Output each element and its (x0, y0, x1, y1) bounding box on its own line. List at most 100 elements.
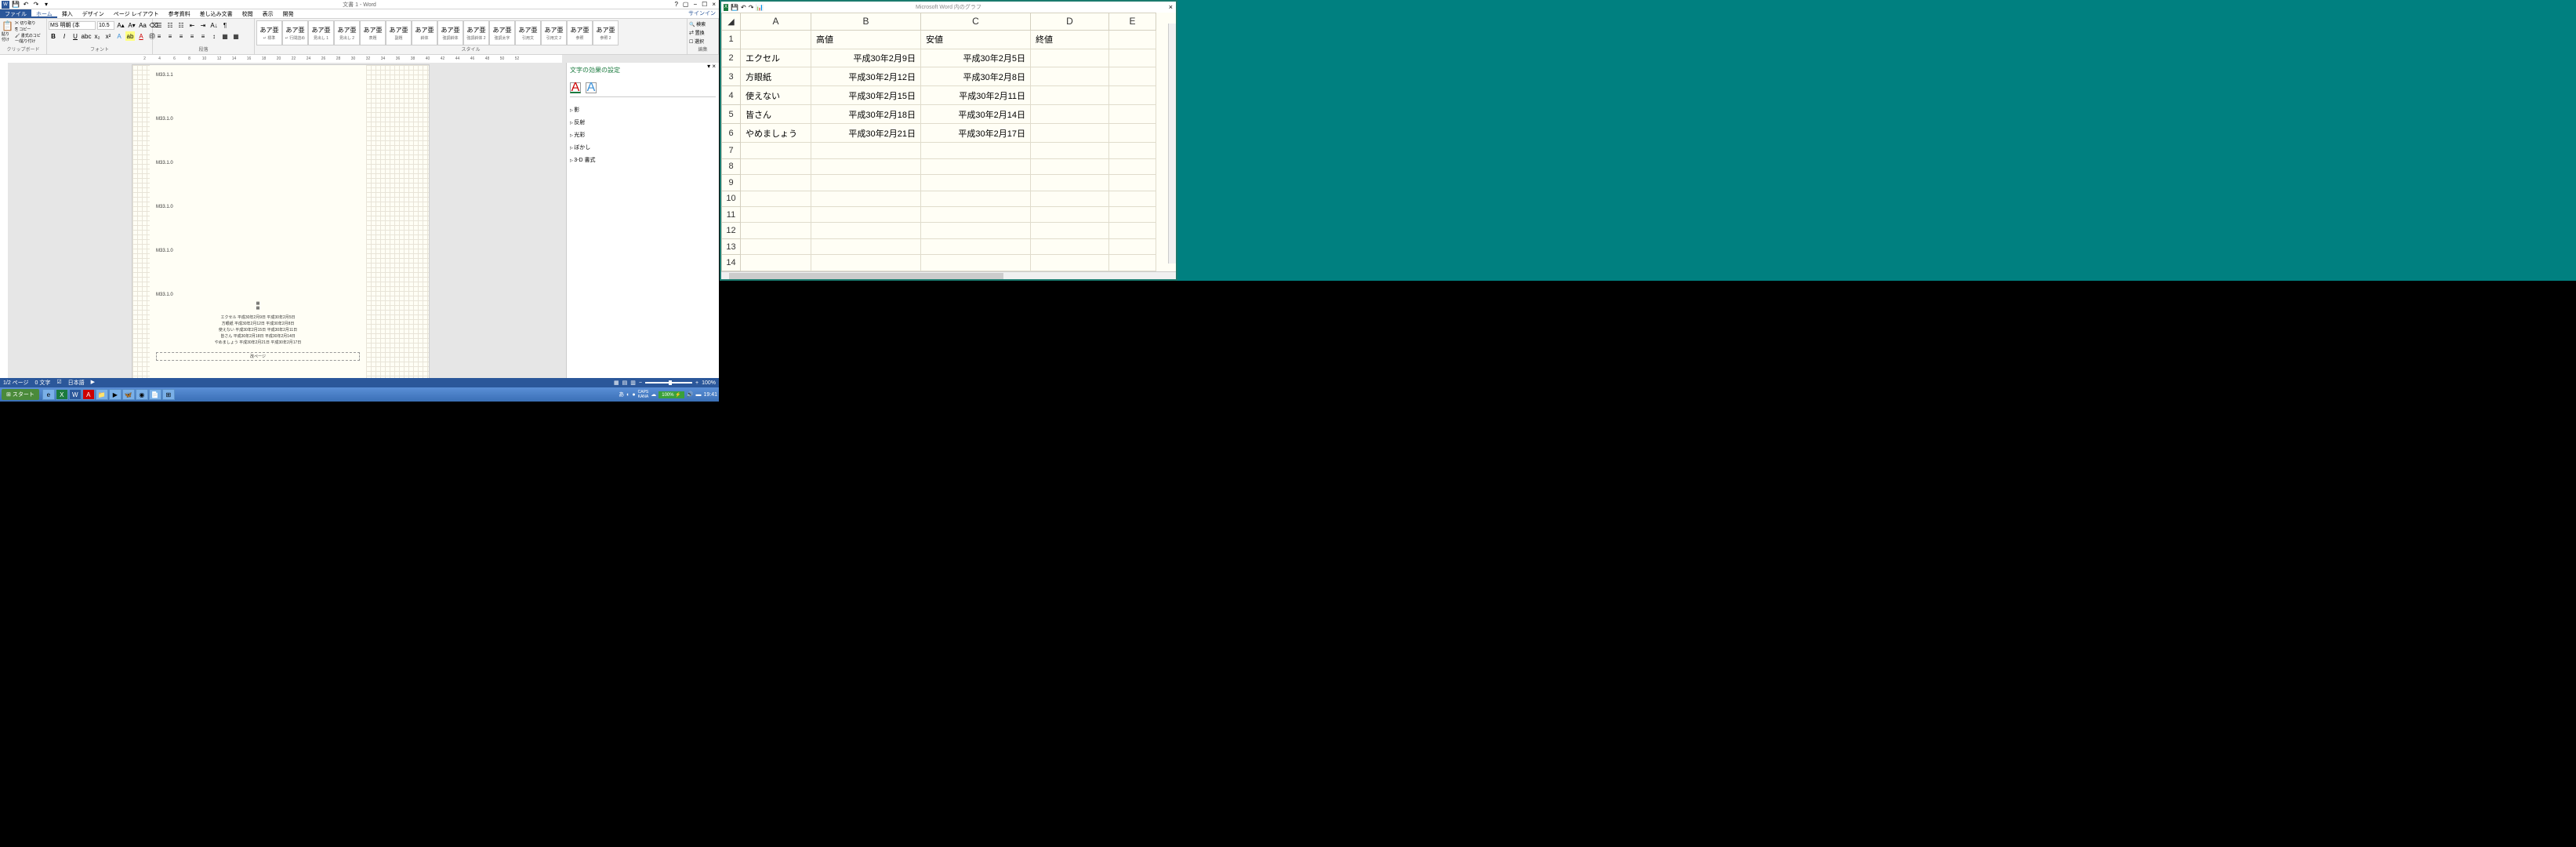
cell[interactable] (741, 223, 811, 238)
macro-icon[interactable]: ▶ (91, 379, 95, 387)
cell[interactable] (1031, 255, 1109, 271)
effect-3d[interactable]: 3-D 書式 (570, 154, 716, 166)
row-header[interactable]: 8 (722, 158, 741, 174)
row-header[interactable]: 11 (722, 207, 741, 223)
word-count[interactable]: 0 文字 (35, 379, 51, 387)
cell[interactable] (1031, 238, 1109, 254)
cell[interactable] (1109, 105, 1156, 124)
cell[interactable] (1109, 86, 1156, 105)
cell[interactable] (1031, 158, 1109, 174)
tray-caps-icon[interactable]: CAPSKANA (638, 390, 649, 399)
col-header-c[interactable]: C (921, 13, 1031, 31)
strikethrough-icon[interactable]: abc (82, 31, 91, 41)
cell[interactable] (921, 223, 1031, 238)
row-header[interactable]: 4 (722, 86, 741, 105)
battery-indicator[interactable]: 100% ⚡ (659, 391, 684, 398)
cell[interactable] (1109, 30, 1156, 49)
excel-close-icon[interactable]: × (1169, 3, 1173, 11)
language-status[interactable]: 日本語 (68, 379, 85, 387)
cell[interactable]: エクセル (741, 49, 811, 67)
cut-button[interactable]: ✂ 切り取り (15, 20, 45, 26)
cell[interactable] (921, 143, 1031, 158)
highlight-icon[interactable]: ab (125, 31, 135, 41)
tab-view[interactable]: 表示 (258, 9, 278, 18)
ime-indicator[interactable]: あ (619, 391, 624, 398)
taskbar-notepad-icon[interactable]: 📄 (149, 389, 161, 400)
tray-icon[interactable]: ☁ (651, 391, 656, 398)
cell[interactable] (921, 191, 1031, 206)
cell[interactable] (741, 191, 811, 206)
ribbon-display-icon[interactable]: ▢ (683, 1, 689, 8)
tab-insert[interactable]: 挿入 (57, 9, 78, 18)
cell[interactable] (1031, 175, 1109, 191)
style-item[interactable]: あア亜引用文 (515, 20, 541, 45)
tab-home[interactable]: ホーム (31, 9, 57, 18)
taskbar-explorer-icon[interactable]: 📁 (96, 389, 108, 400)
style-item[interactable]: あア亜見出し 2 (334, 20, 360, 45)
clock[interactable]: 19:41 (703, 392, 717, 398)
cell[interactable] (1031, 67, 1109, 86)
cell[interactable] (811, 207, 921, 223)
decrease-indent-icon[interactable]: ⇤ (187, 20, 197, 30)
cell[interactable] (1109, 238, 1156, 254)
cell[interactable] (811, 223, 921, 238)
cell[interactable]: やめましょう (741, 124, 811, 143)
cell[interactable] (1109, 207, 1156, 223)
numbering-icon[interactable]: ☷ (165, 20, 175, 30)
volume-icon[interactable]: 🔊 (687, 391, 694, 398)
cell[interactable] (1109, 49, 1156, 67)
cell[interactable]: 平成30年2月5日 (921, 49, 1031, 67)
cell[interactable] (811, 238, 921, 254)
cell[interactable] (1109, 223, 1156, 238)
page-status[interactable]: 1/2 ページ (3, 379, 29, 387)
col-header-d[interactable]: D (1031, 13, 1109, 31)
cell[interactable]: 平成30年2月17日 (921, 124, 1031, 143)
effect-reflection[interactable]: 反射 (570, 116, 716, 129)
row-header[interactable]: 7 (722, 143, 741, 158)
cell[interactable]: 平成30年2月15日 (811, 86, 921, 105)
print-layout-icon[interactable]: ▦ (614, 380, 619, 386)
sort-icon[interactable]: A↓ (209, 20, 219, 30)
cell[interactable] (1109, 255, 1156, 271)
row-header[interactable]: 14 (722, 255, 741, 271)
document-page[interactable]: M33.1.1 M33.1.0 M33.1.0 M33.1.0 M33.1.0 … (132, 64, 430, 378)
style-item[interactable]: あア亜斜体 (412, 20, 437, 45)
cell[interactable]: 平成30年2月14日 (921, 105, 1031, 124)
cell[interactable]: 高値 (811, 30, 921, 49)
cell[interactable]: 方眼紙 (741, 67, 811, 86)
distribute-icon[interactable]: ≡ (198, 31, 208, 41)
cell[interactable] (741, 207, 811, 223)
cell[interactable] (741, 143, 811, 158)
increase-font-icon[interactable]: A▴ (116, 20, 125, 30)
text-outline-icon[interactable]: A (586, 82, 597, 93)
align-right-icon[interactable]: ≡ (176, 31, 186, 41)
cell[interactable] (1031, 49, 1109, 67)
taskbar-paint-icon[interactable]: 🦋 (122, 389, 135, 400)
cell[interactable]: 平成30年2月8日 (921, 67, 1031, 86)
style-item[interactable]: あア亜強調斜体 (437, 20, 463, 45)
taskbar-acrobat-icon[interactable]: A (82, 389, 95, 400)
row-header[interactable]: 5 (722, 105, 741, 124)
tab-layout[interactable]: ページ レイアウト (109, 9, 164, 18)
cell[interactable] (741, 158, 811, 174)
row-header[interactable]: 10 (722, 191, 741, 206)
tab-mailings[interactable]: 差し込み文書 (195, 9, 238, 18)
select-button[interactable]: ☐ 選択 (689, 38, 704, 45)
cell[interactable] (811, 158, 921, 174)
proofing-icon[interactable]: ☑ (56, 379, 61, 387)
cell[interactable] (1031, 207, 1109, 223)
style-item[interactable]: あア亜表題 (360, 20, 386, 45)
cell[interactable] (1109, 124, 1156, 143)
cell[interactable]: 平成30年2月12日 (811, 67, 921, 86)
cell[interactable] (1109, 191, 1156, 206)
row-header[interactable]: 9 (722, 175, 741, 191)
decrease-font-icon[interactable]: A▾ (127, 20, 136, 30)
cell[interactable] (921, 255, 1031, 271)
style-item[interactable]: あア亜参照 2 (593, 20, 619, 45)
taskbar-word-icon[interactable]: W (69, 389, 82, 400)
tab-review[interactable]: 校閲 (238, 9, 258, 18)
read-mode-icon[interactable]: ▤ (622, 380, 628, 386)
row-header[interactable]: 3 (722, 67, 741, 86)
cell[interactable] (1109, 143, 1156, 158)
close-icon[interactable]: × (712, 1, 716, 8)
